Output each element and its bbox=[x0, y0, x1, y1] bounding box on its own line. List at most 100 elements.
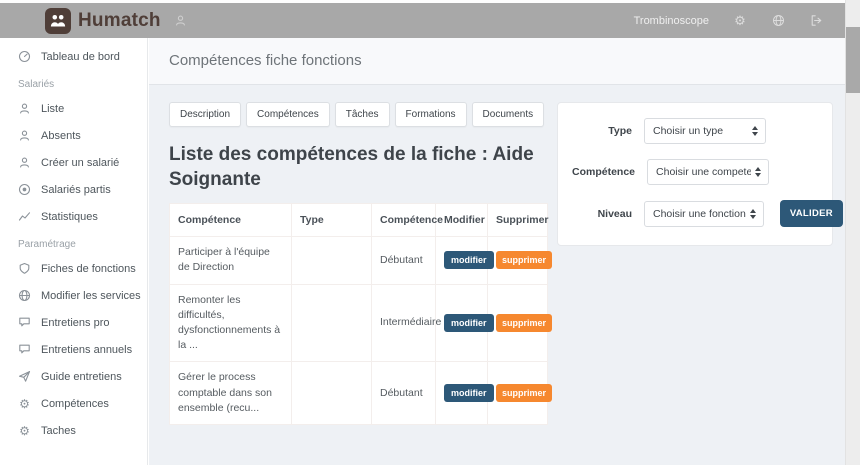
col-header-niveau: Compétence bbox=[371, 203, 443, 238]
competences-panel: Description Compétences Tâches Formation… bbox=[169, 102, 553, 426]
modify-button[interactable]: modifier bbox=[444, 251, 494, 270]
tab-formations[interactable]: Formations bbox=[394, 102, 467, 127]
humatch-logo-icon bbox=[45, 7, 71, 34]
table-row: Gérer le process comptable dans son ense… bbox=[169, 361, 553, 426]
sidebar-item-label: Salariés partis bbox=[41, 183, 111, 196]
sidebar-item-label: Entretiens annuels bbox=[41, 343, 133, 356]
sidebar-item-statistiques[interactable]: Statistiques bbox=[0, 203, 147, 230]
type-select[interactable]: Choisir un type bbox=[644, 118, 766, 144]
sidebar-item-taches[interactable]: ⚙ Taches bbox=[0, 417, 147, 444]
brand-logo[interactable]: Humatch bbox=[0, 7, 161, 34]
comments-icon bbox=[18, 316, 31, 329]
form-row-niveau: Niveau Choisir une fonction VALIDER bbox=[572, 200, 843, 227]
main-content: Compétences fiche fonctions Description … bbox=[149, 38, 845, 465]
globe-icon[interactable] bbox=[771, 14, 785, 28]
sidebar-item-creer-un-salarie[interactable]: Créer un salarié bbox=[0, 149, 147, 176]
cell-competence: Gérer le process comptable dans son ense… bbox=[169, 361, 292, 426]
col-header-competence: Compétence bbox=[169, 203, 292, 238]
settings-icon[interactable]: ⚙ bbox=[733, 14, 747, 28]
tab-taches[interactable]: Tâches bbox=[334, 102, 390, 127]
page-title: Compétences fiche fonctions bbox=[169, 52, 362, 69]
user-icon[interactable] bbox=[174, 14, 187, 27]
cell-niveau: Débutant bbox=[371, 236, 436, 285]
type-select-value: Choisir un type bbox=[653, 125, 724, 137]
sidebar-item-tableau-de-bord[interactable]: Tableau de bord bbox=[0, 43, 147, 70]
sidebar-nav: Tableau de bord Salariés Liste Absents C… bbox=[0, 38, 148, 465]
form-row-type: Type Choisir un type bbox=[572, 118, 818, 144]
niveau-select-value: Choisir une fonction bbox=[653, 207, 746, 220]
cell-type bbox=[291, 236, 372, 285]
dashboard-icon bbox=[18, 50, 31, 63]
col-header-type: Type bbox=[291, 203, 372, 238]
sidebar-item-label: Taches bbox=[41, 424, 76, 437]
tab-competences[interactable]: Compétences bbox=[246, 102, 330, 127]
modify-button[interactable]: modifier bbox=[444, 384, 494, 403]
sidebar-item-label: Entretiens pro bbox=[41, 316, 110, 329]
cell-competence: Remonter les difficultés, dysfonctionnem… bbox=[169, 283, 292, 363]
sidebar-item-label: Liste bbox=[41, 102, 65, 115]
sidebar-item-entretiens-pro[interactable]: Entretiens pro bbox=[0, 309, 147, 336]
select-arrows-icon bbox=[755, 167, 762, 177]
sidebar-section-salaries: Salariés bbox=[18, 79, 55, 90]
shield-icon bbox=[18, 262, 31, 275]
competence-select-value: Choisir une competence bbox=[656, 166, 752, 178]
gear-icon: ⚙ bbox=[19, 396, 30, 411]
paper-plane-icon bbox=[18, 370, 31, 383]
sidebar-item-liste[interactable]: Liste bbox=[0, 95, 147, 122]
globe-icon bbox=[18, 289, 31, 302]
col-header-modifier: Modifier bbox=[435, 203, 488, 238]
app-window: Humatch Trombinoscope ⚙ Tableau de bord … bbox=[0, 0, 860, 465]
tab-description[interactable]: Description bbox=[169, 102, 242, 127]
sidebar-item-label: Fiches de fonctions bbox=[41, 262, 136, 275]
cell-type bbox=[291, 283, 372, 363]
sidebar-item-label: Tableau de bord bbox=[41, 50, 120, 63]
sidebar-item-label: Modifier les services de l'e bbox=[41, 289, 141, 302]
trombinoscope-link[interactable]: Trombinoscope bbox=[634, 15, 709, 27]
cell-type bbox=[291, 361, 372, 426]
tab-documents[interactable]: Documents bbox=[471, 102, 545, 127]
select-arrows-icon bbox=[749, 208, 756, 219]
logout-icon[interactable] bbox=[809, 14, 823, 28]
sidebar-item-entretiens-annuels[interactable]: Entretiens annuels bbox=[0, 336, 147, 363]
sidebar-item-label: Statistiques bbox=[41, 210, 98, 223]
competence-select[interactable]: Choisir une competence bbox=[647, 159, 770, 185]
competences-table: Compétence Type Compétence Modifier Supp… bbox=[169, 203, 553, 426]
delete-button[interactable]: supprimer bbox=[496, 314, 553, 333]
niveau-select[interactable]: Choisir une fonction bbox=[644, 200, 764, 227]
sidebar-item-guide-entretiens[interactable]: Guide entretiens bbox=[0, 363, 147, 390]
delete-button[interactable]: supprimer bbox=[496, 384, 553, 403]
sidebar-section-parametrage: Paramétrage bbox=[18, 239, 76, 250]
target-icon bbox=[18, 183, 31, 196]
cell-competence: Participer à l'équipe de Direction bbox=[169, 236, 292, 285]
sidebar-item-label: Absents bbox=[41, 129, 81, 142]
page-scrollbar[interactable] bbox=[845, 0, 860, 465]
sidebar-item-modifier-les-services[interactable]: Modifier les services de l'e bbox=[0, 282, 147, 309]
fiche-tabs: Description Compétences Tâches Formation… bbox=[169, 102, 547, 127]
gear-icon: ⚙ bbox=[19, 423, 30, 438]
brand-name: Humatch bbox=[78, 9, 161, 31]
table-row: Remonter les difficultés, dysfonctionnem… bbox=[169, 283, 553, 363]
add-competence-form: Type Choisir un type Compétence Choisir … bbox=[557, 102, 843, 246]
comments-icon bbox=[18, 343, 31, 356]
sidebar-item-competences[interactable]: ⚙ Compétences bbox=[0, 390, 147, 417]
navbar-right: Trombinoscope ⚙ bbox=[634, 14, 845, 28]
cell-niveau: Intermédiaire bbox=[371, 283, 441, 363]
sidebar-item-label: Créer un salarié bbox=[41, 156, 120, 169]
form-row-competence: Compétence Choisir une competence bbox=[572, 159, 818, 185]
scrollbar-thumb[interactable] bbox=[846, 27, 860, 93]
page-title-bar: Compétences fiche fonctions bbox=[149, 38, 845, 85]
modify-button[interactable]: modifier bbox=[444, 314, 494, 333]
sidebar-item-salaries-partis[interactable]: Salariés partis bbox=[0, 176, 147, 203]
competence-label: Compétence bbox=[572, 166, 636, 178]
sidebar-item-label: Compétences bbox=[41, 397, 109, 410]
sidebar-item-fiches-de-fonctions[interactable]: Fiches de fonctions bbox=[0, 255, 147, 282]
sidebar-item-label: Guide entretiens bbox=[41, 370, 122, 383]
type-label: Type bbox=[608, 125, 632, 137]
delete-button[interactable]: supprimer bbox=[496, 251, 553, 270]
chart-line-icon bbox=[18, 210, 31, 223]
list-heading: Liste des compétences de la fiche : Aide… bbox=[169, 144, 534, 191]
valider-button[interactable]: VALIDER bbox=[779, 200, 843, 227]
user-icon bbox=[18, 129, 31, 142]
sidebar-item-absents[interactable]: Absents bbox=[0, 122, 147, 149]
table-row: Participer à l'équipe de Direction Début… bbox=[169, 236, 553, 285]
